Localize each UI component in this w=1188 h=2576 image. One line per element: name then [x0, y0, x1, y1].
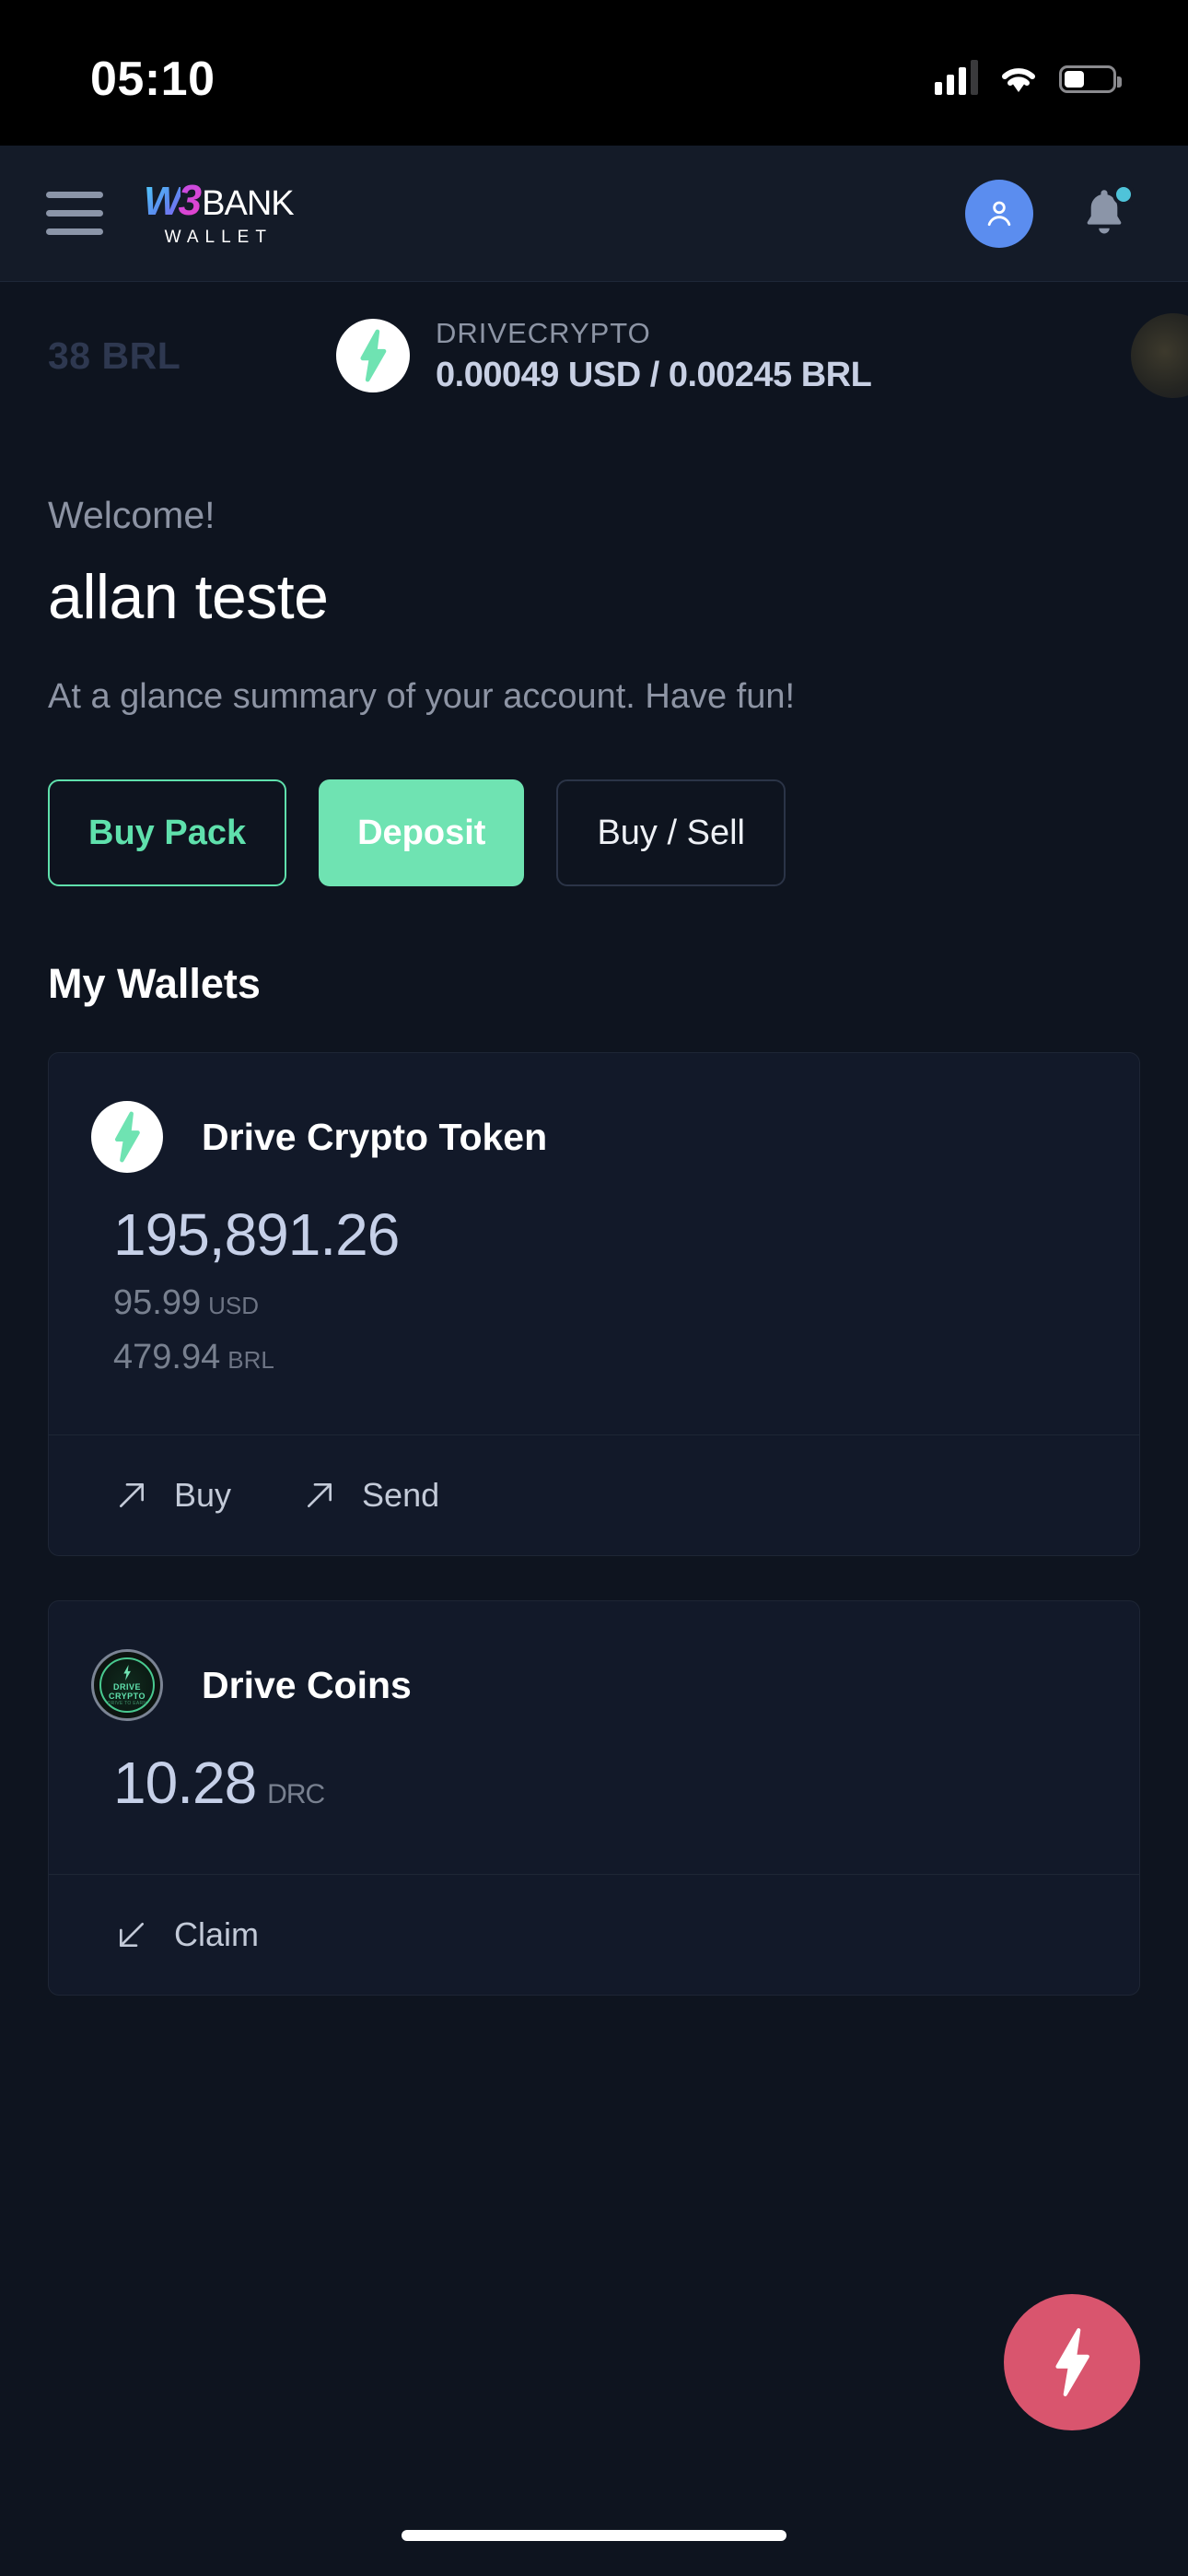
ticker-current-item[interactable]: DRIVECRYPTO 0.00049 USD / 0.00245 BRL — [336, 316, 872, 395]
drive-crypto-badge-icon: DRIVE CRYPTO DRIVE TO EARN — [91, 1649, 163, 1721]
app-logo[interactable]: W 3 BANK WALLET — [144, 176, 295, 248]
wallet-brl-value: 479.94 — [113, 1338, 221, 1376]
status-bar: 05:10 — [0, 0, 1188, 146]
badge-line-3: DRIVE TO EARN — [107, 1701, 147, 1706]
wallet-name: Drive Coins — [202, 1663, 412, 1706]
wallet-balance-usd: 95.99 USD — [113, 1283, 1097, 1323]
wallet-usd-value: 95.99 — [113, 1283, 202, 1322]
notification-badge-dot — [1112, 182, 1135, 205]
wallet-card[interactable]: DRIVE CRYPTO DRIVE TO EARN Drive Coins 1… — [48, 1600, 1140, 1996]
wallet-card-header: DRIVE CRYPTO DRIVE TO EARN Drive Coins — [49, 1601, 1139, 1721]
ticker-next-item-icon — [1131, 313, 1188, 398]
badge-line-2: CRYPTO — [108, 1692, 146, 1701]
wallet-card-footer: Claim — [49, 1874, 1139, 1995]
wallet-card-header: Drive Crypto Token — [49, 1053, 1139, 1173]
page-subtitle: At a glance summary of your account. Hav… — [48, 677, 796, 716]
deposit-button[interactable]: Deposit — [319, 779, 525, 886]
quick-actions: Buy Pack Deposit Buy / Sell — [48, 779, 1140, 886]
wallet-buy-label: Buy — [174, 1476, 232, 1514]
status-bar-indicators — [935, 60, 1122, 95]
lightning-bolt-icon — [336, 319, 410, 392]
wallet-balance-unit: DRC — [267, 1779, 325, 1809]
buy-pack-button[interactable]: Buy Pack — [48, 779, 287, 886]
wallet-send-action[interactable]: Send — [301, 1476, 439, 1515]
phone-screen: 05:10 W 3 BANK WALLET 38 BRL DRIVECRYPTO… — [0, 0, 1188, 2576]
wallet-claim-label: Claim — [174, 1915, 260, 1953]
home-indicator — [402, 2530, 786, 2541]
wallet-balance: 10.28 DRC — [113, 1749, 1097, 1817]
wallet-card-body: 10.28 DRC — [49, 1721, 1139, 1874]
hamburger-menu-icon[interactable] — [46, 192, 103, 235]
price-ticker[interactable]: 38 BRL DRIVECRYPTO 0.00049 USD / 0.00245… — [0, 282, 1188, 429]
floating-action-button[interactable] — [1004, 2294, 1140, 2430]
wallet-usd-unit: USD — [208, 1292, 259, 1319]
battery-icon — [1059, 65, 1122, 93]
my-wallets-heading: My Wallets — [48, 960, 261, 1007]
wallet-balance-value: 10.28 — [113, 1750, 257, 1816]
wallet-brl-unit: BRL — [227, 1346, 274, 1374]
arrow-down-left-icon — [120, 1923, 144, 1947]
logo-wordmark: W 3 BANK — [144, 176, 295, 224]
welcome-label: Welcome! — [48, 494, 215, 536]
cellular-signal-icon — [935, 60, 978, 95]
wifi-icon — [1002, 68, 1035, 92]
user-avatar-icon[interactable] — [965, 179, 1033, 248]
wallet-balance: 195,891.26 — [113, 1201, 400, 1268]
page-title: allan teste — [48, 562, 329, 632]
wallet-buy-action[interactable]: Buy — [113, 1476, 231, 1515]
logo-three-letter: 3 — [178, 176, 203, 224]
arrow-up-right-icon — [120, 1483, 144, 1507]
wallet-name: Drive Crypto Token — [202, 1115, 548, 1158]
wallet-card-footer: Buy Send — [49, 1434, 1139, 1555]
lightning-bolt-icon — [1055, 2328, 1089, 2396]
wallet-card[interactable]: Drive Crypto Token 195,891.26 95.99 USD 4… — [48, 1052, 1140, 1556]
status-bar-time: 05:10 — [90, 53, 215, 106]
wallet-balance-brl: 479.94 BRL — [113, 1338, 1097, 1377]
badge-line-1: DRIVE — [112, 1682, 141, 1692]
ticker-price: 0.00049 USD / 0.00245 BRL — [436, 355, 872, 394]
logo-wallet-subtext: WALLET — [164, 228, 273, 247]
logo-w-letter: W — [144, 179, 182, 224]
ticker-symbol: DRIVECRYPTO — [436, 316, 651, 349]
wallet-send-label: Send — [362, 1476, 440, 1514]
wallet-claim-action[interactable]: Claim — [113, 1915, 259, 1954]
header-actions — [965, 179, 1142, 248]
logo-bank-text: BANK — [202, 184, 294, 223]
lightning-bolt-icon — [91, 1101, 163, 1173]
wallet-card-body: 195,891.26 95.99 USD 479.94 BRL — [49, 1173, 1139, 1434]
main-content: Welcome! allan teste At a glance summary… — [0, 429, 1188, 1996]
notification-bell-icon[interactable] — [1077, 182, 1135, 242]
app-header: W 3 BANK WALLET — [0, 146, 1188, 282]
arrow-up-right-icon — [308, 1483, 332, 1507]
ticker-previous-item: 38 BRL — [48, 334, 181, 377]
buy-sell-button[interactable]: Buy / Sell — [556, 779, 786, 886]
ticker-text-block: DRIVECRYPTO 0.00049 USD / 0.00245 BRL — [436, 316, 872, 395]
badge-inner-ring: DRIVE CRYPTO DRIVE TO EARN — [99, 1657, 155, 1713]
